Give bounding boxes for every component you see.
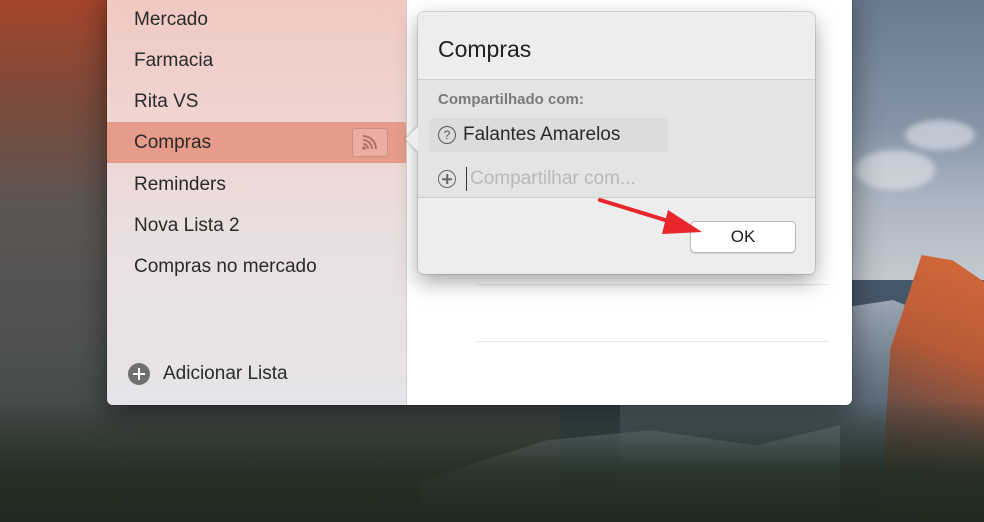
list-item-label: Reminders (134, 173, 226, 195)
list-item-label: Nova Lista 2 (134, 214, 240, 236)
broadcast-share-icon[interactable] (352, 128, 388, 157)
add-list-button[interactable]: Adicionar Lista (128, 363, 288, 385)
list-item-compras-no-mercado[interactable]: Compras no mercado (107, 246, 406, 287)
list-item-compras[interactable]: Compras (107, 122, 406, 163)
lists-sidebar: Mercado Farmacia Rita VS Compras Reminde… (107, 0, 407, 405)
participant-item[interactable]: ? Falantes Amarelos (430, 118, 668, 152)
plus-circle-icon[interactable] (438, 170, 456, 188)
popover-title: Compras (438, 36, 532, 62)
shared-with-label: Compartilhado com: (438, 91, 584, 108)
reminder-row-divider (477, 284, 829, 285)
wallpaper-cloud (855, 150, 935, 190)
participant-name: Falantes Amarelos (463, 124, 621, 145)
share-with-input[interactable] (466, 167, 690, 191)
list-item-farmacia[interactable]: Farmacia (107, 40, 406, 81)
red-annotation-arrow (598, 198, 702, 234)
list-item-label: Mercado (134, 8, 208, 30)
wallpaper-trees (0, 400, 984, 522)
list-item-label: Compras no mercado (134, 255, 317, 277)
wallpaper-cloud (905, 120, 975, 150)
plus-circle-icon (128, 363, 150, 385)
list-item-label: Compras (134, 131, 212, 153)
list-item-mercado[interactable]: Mercado (107, 0, 406, 40)
list-item-nova-lista-2[interactable]: Nova Lista 2 (107, 205, 406, 246)
share-with-row (438, 167, 690, 191)
list-item-reminders[interactable]: Reminders (107, 164, 406, 205)
list-item-label: Rita VS (134, 90, 199, 112)
reminder-row-divider (477, 341, 829, 342)
add-list-label: Adicionar Lista (163, 363, 288, 384)
question-circle-icon: ? (438, 126, 456, 144)
list-item-rita-vs[interactable]: Rita VS (107, 81, 406, 122)
list-item-label: Farmacia (134, 49, 214, 71)
